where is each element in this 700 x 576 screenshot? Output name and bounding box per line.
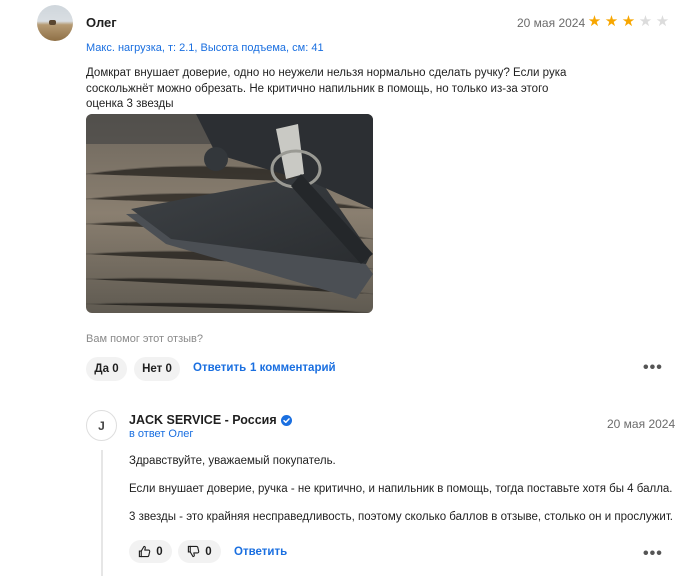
reply-more-options-icon[interactable]: ••• xyxy=(643,545,663,563)
in-reply-to-link[interactable]: в ответ Олег xyxy=(129,428,193,440)
verified-icon xyxy=(280,414,292,426)
review-date: 20 мая 2024 xyxy=(517,16,586,30)
vote-no-button[interactable]: Нет 0 xyxy=(134,357,180,381)
star-icon: ★ xyxy=(604,13,619,30)
star-icon: ★ xyxy=(621,13,636,30)
author-name: Олег xyxy=(86,15,117,30)
reply-paragraph: 3 звезды - это крайняя несправедливость,… xyxy=(129,511,674,523)
author-avatar[interactable] xyxy=(37,5,73,41)
seller-name: JACK SERVICE - Россия xyxy=(129,413,277,427)
star-icon: ★ xyxy=(655,13,670,30)
seller-avatar: J xyxy=(86,410,117,441)
reply-paragraph: Если внушает доверие, ручка - не критичн… xyxy=(129,483,673,495)
thumbs-up-icon xyxy=(139,545,151,558)
vote-yes-button[interactable]: Да 0 xyxy=(86,357,127,381)
reply-link[interactable]: Ответить xyxy=(193,362,246,374)
reply-answer-link[interactable]: Ответить xyxy=(234,546,287,558)
reply-paragraph: Здравствуйте, уважаемый покупатель. xyxy=(129,455,336,467)
thumbs-down-icon xyxy=(188,545,200,558)
dislike-count: 0 xyxy=(205,545,212,558)
star-icon: ★ xyxy=(587,13,602,30)
dislike-button[interactable]: 0 xyxy=(178,540,221,563)
more-options-icon[interactable]: ••• xyxy=(643,359,663,377)
comments-link[interactable]: 1 комментарий xyxy=(250,362,336,374)
rating-stars: ★ ★ ★ ★ ★ xyxy=(587,14,670,29)
product-specs: Макс. нагрузка, т: 2.1, Высота подъема, … xyxy=(86,42,324,54)
review-photo[interactable] xyxy=(86,114,373,313)
review-text: Домкрат внушает доверие, одно но неужели… xyxy=(86,67,567,110)
seller-name-row: JACK SERVICE - Россия xyxy=(129,413,292,427)
like-count: 0 xyxy=(156,545,163,558)
helpful-question: Вам помог этот отзыв? xyxy=(86,333,203,345)
star-icon: ★ xyxy=(638,13,653,30)
reply-date: 20 мая 2024 xyxy=(607,417,676,431)
thread-line xyxy=(101,450,103,576)
like-button[interactable]: 0 xyxy=(129,540,172,563)
